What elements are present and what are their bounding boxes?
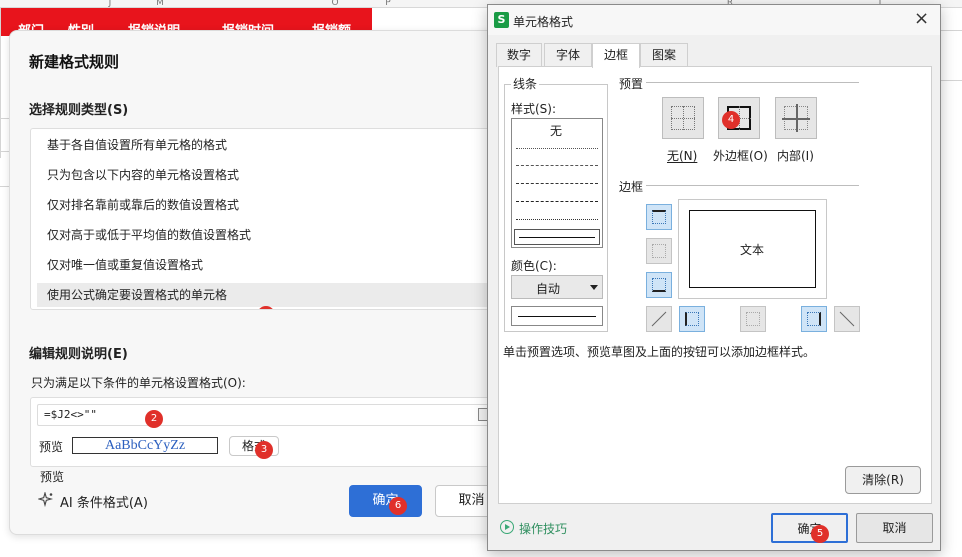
line-preview-box xyxy=(511,306,603,326)
preview-label: 预览 xyxy=(39,440,64,454)
style-label: 样式(S): xyxy=(511,102,557,116)
play-circle-icon[interactable] xyxy=(500,520,514,534)
rule-type-item[interactable]: 仅对排名靠前或靠后的数值设置格式 xyxy=(31,193,499,217)
step-badge: 6 xyxy=(389,497,407,515)
column-header[interactable]: J xyxy=(100,0,120,8)
border-middle-v-button[interactable] xyxy=(740,306,766,332)
play-triangle xyxy=(505,524,510,530)
step-badge: 2 xyxy=(145,410,163,428)
preset-none-label[interactable]: 无(N) xyxy=(667,147,697,164)
preset-group-label: 预置 xyxy=(617,75,646,92)
select-rule-type-label: 选择规则类型(S) xyxy=(29,103,129,118)
formula-input-text: =$J2<>"" xyxy=(44,408,97,421)
rule-type-item[interactable]: 仅对高于或低于平均值的数值设置格式 xyxy=(31,223,499,247)
preview-label: 预览 xyxy=(40,470,65,484)
border-bottom-button[interactable] xyxy=(646,272,672,298)
border-hint-text: 单击预置选项、预览草图及上面的按钮可以添加边框样式。 xyxy=(503,345,816,359)
line-style-list[interactable]: 无 xyxy=(511,118,603,248)
rule-type-item[interactable]: 仅对唯一值或重复值设置格式 xyxy=(31,253,499,277)
ai-conditional-format-link[interactable]: AI 条件格式(A) xyxy=(60,492,148,511)
rule-type-item[interactable]: 只为包含以下内容的单元格设置格式 xyxy=(31,163,499,187)
format-cancel-button[interactable]: 取消 xyxy=(856,513,933,543)
line-style-dotted[interactable] xyxy=(516,148,598,149)
border-top-button[interactable] xyxy=(646,204,672,230)
grid-line xyxy=(0,8,1,158)
line-style-none[interactable]: 无 xyxy=(550,122,562,139)
column-header[interactable]: O xyxy=(325,0,345,8)
ai-sparkle-icon[interactable] xyxy=(36,490,54,508)
grid-line xyxy=(0,186,9,187)
rule-type-item-selected[interactable]: 使用公式确定要设置格式的单元格 xyxy=(37,283,499,307)
line-style-selected[interactable] xyxy=(514,229,600,245)
divider xyxy=(646,82,859,83)
formula-input[interactable]: =$J2<>"" xyxy=(37,404,495,426)
preset-inside-button[interactable] xyxy=(775,97,817,139)
rule-type-list[interactable]: 基于各自值设置所有单元格的格式 只为包含以下内容的单元格设置格式 仅对排名靠前或… xyxy=(30,128,500,310)
format-ok-button[interactable]: 确定 xyxy=(771,513,848,543)
tips-link[interactable]: 操作技巧 xyxy=(519,520,567,537)
border-right-button[interactable] xyxy=(801,306,827,332)
line-style-thin xyxy=(519,237,595,238)
preset-none-button[interactable] xyxy=(662,97,704,139)
grid-line xyxy=(0,151,9,152)
border-diagonal-up-button[interactable] xyxy=(646,306,672,332)
grid-line xyxy=(941,80,962,81)
format-cancel-label: 取消 xyxy=(882,521,907,535)
format-preview-box: AaBbCcYyZz xyxy=(72,437,218,454)
line-style-dash-dot[interactable] xyxy=(516,183,598,184)
grid-line xyxy=(941,30,962,31)
line-preview-line xyxy=(518,316,596,317)
border-left-button[interactable] xyxy=(679,306,705,332)
rule-type-item[interactable]: 基于各自值设置所有单元格的格式 xyxy=(31,133,499,157)
column-header[interactable]: P xyxy=(378,0,398,8)
border-preview-text: 文本 xyxy=(740,243,765,257)
line-group-label: 线条 xyxy=(511,75,540,92)
edit-rule-description-label: 编辑规则说明(E) xyxy=(29,347,128,362)
rule-ok-button[interactable]: 确定 xyxy=(349,485,422,517)
border-diagonal-down-button[interactable] xyxy=(834,306,860,332)
clear-button[interactable]: 清除(R) xyxy=(845,466,921,494)
column-header[interactable]: M xyxy=(150,0,170,8)
new-format-rule-dialog: 新建格式规则 选择规则类型(S) 基于各自值设置所有单元格的格式 只为包含以下内… xyxy=(9,30,514,535)
tab-number[interactable]: 数字 xyxy=(496,43,542,67)
line-style-fine-dotted[interactable] xyxy=(516,219,598,220)
color-dropdown-value: 自动 xyxy=(536,282,561,296)
preset-inside-icon-h xyxy=(782,118,810,120)
preset-none-icon-inner-h xyxy=(671,118,695,119)
line-style-dashed[interactable] xyxy=(516,165,598,166)
color-dropdown[interactable]: 自动 xyxy=(511,275,603,299)
tab-pattern[interactable]: 图案 xyxy=(640,43,688,67)
chevron-down-icon xyxy=(590,285,598,290)
wps-app-icon: S xyxy=(494,12,509,28)
step-badge: 5 xyxy=(811,525,829,543)
border-preview-area[interactable]: 文本 xyxy=(678,199,827,299)
divider xyxy=(646,185,859,186)
preset-outline-label[interactable]: 外边框(O) xyxy=(713,147,768,164)
close-icon[interactable]: × xyxy=(914,8,929,30)
border-group-label: 边框 xyxy=(617,178,646,195)
step-badge: 4 xyxy=(722,111,740,129)
grid-line xyxy=(0,118,9,119)
border-tab-panel: 线条 样式(S): 无 颜色(C): 自动 预置 4 无(N) 外边框(O) 内… xyxy=(498,66,932,504)
step-badge: 3 xyxy=(255,441,273,459)
format-cells-dialog: S 单元格格式 × 数字 字体 边框 图案 线条 样式(S): 无 颜色(C):… xyxy=(487,4,941,551)
color-label: 颜色(C): xyxy=(511,259,557,273)
tab-border[interactable]: 边框 xyxy=(592,43,640,68)
formula-condition-label: 只为满足以下条件的单元格设置格式(O): xyxy=(31,376,246,390)
border-middle-h-button[interactable] xyxy=(646,238,672,264)
dialog-title: 新建格式规则 xyxy=(29,53,120,71)
clear-button-label: 清除(R) xyxy=(862,473,904,487)
line-style-dash-dot-dot[interactable] xyxy=(516,201,598,202)
rule-cancel-label: 取消 xyxy=(458,493,485,508)
dialog-title: 单元格格式 xyxy=(513,15,574,29)
tab-font[interactable]: 字体 xyxy=(544,43,592,67)
preset-inside-label[interactable]: 内部(I) xyxy=(777,147,814,164)
